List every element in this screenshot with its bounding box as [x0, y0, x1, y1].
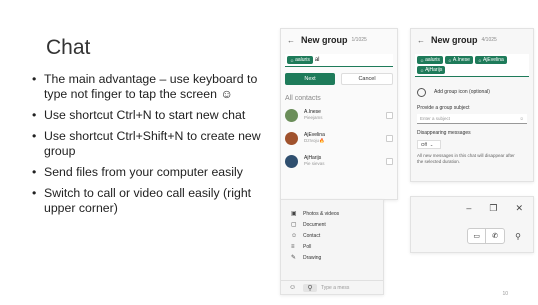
maximize-icon[interactable]: ❐: [489, 203, 497, 214]
camera-icon: [417, 87, 426, 97]
contact-row[interactable]: A.Inese Pieejams: [285, 105, 393, 125]
select-checkbox[interactable]: [386, 134, 393, 142]
contact-status: Dzīvoju🔥: [304, 138, 325, 143]
attach-document-item[interactable]: ▢ Document: [281, 219, 383, 230]
member-chip[interactable]: ☺ aaluris: [417, 56, 443, 64]
panel-header: ← New group 4/1025: [411, 32, 533, 48]
search-icon[interactable]: ⚲: [515, 232, 521, 241]
attachment-menu-panel: ▣ Photos & videos ▢ Document ☺ Contact ≡…: [280, 199, 384, 295]
video-call-icon[interactable]: ▭: [468, 229, 487, 243]
drawing-icon: ✎: [291, 255, 297, 261]
add-group-icon-label: Add group icon (optional): [434, 89, 490, 95]
new-group-details-panel: ← New group 4/1025 ☺ aaluris ☺ A.Inese ☺ Aj…: [410, 28, 534, 182]
compose-bar: ☺ ⚲ Type a mess: [281, 280, 383, 294]
add-group-icon-button[interactable]: Add group icon (optional): [417, 85, 527, 99]
bullet-item: Send files from your computer easily: [32, 165, 280, 180]
avatar: [285, 131, 298, 145]
attach-contact-item[interactable]: ☺ Contact: [281, 230, 383, 241]
attach-poll-item[interactable]: ≡ Poll: [281, 241, 383, 252]
contact-icon: ☺: [291, 232, 298, 239]
minimize-icon[interactable]: –: [466, 203, 471, 214]
back-arrow-icon[interactable]: ←: [287, 36, 295, 45]
bullet-item: Switch to call or video call easily (rig…: [32, 186, 280, 216]
contact-status: Pieejams: [304, 115, 323, 120]
contact-row[interactable]: AjHarijs Pie sievas: [285, 151, 393, 171]
member-count: 1/1025: [351, 37, 367, 43]
disappearing-dropdown[interactable]: Off ⌄: [417, 140, 441, 149]
member-chip[interactable]: ☺ aaluris: [287, 56, 313, 64]
bullet-item: The main advantage – use keyboard to typ…: [32, 72, 280, 102]
bullet-item: Use shortcut Ctrl+N to start new chat: [32, 108, 280, 123]
panel-title: New group: [431, 35, 478, 45]
bullet-list: The main advantage – use keyboard to typ…: [32, 72, 280, 222]
voice-call-icon[interactable]: ✆: [486, 229, 504, 243]
page-number: 10: [502, 291, 508, 297]
next-button[interactable]: Next: [285, 73, 335, 85]
member-count: 4/1025: [481, 37, 497, 43]
contact-icon: ☺: [290, 57, 295, 63]
chat-header-panel: – ❐ ✕ ▭ ✆ ⚲: [410, 196, 534, 253]
member-chips[interactable]: ☺ aaluris ☺ A.Inese ☺ AjEvelina ☺ AjHarijs: [415, 54, 529, 77]
select-checkbox[interactable]: [386, 111, 393, 119]
call-button-group: ▭ ✆: [467, 228, 506, 244]
bullet-item: Use shortcut Ctrl+Shift+N to create new …: [32, 129, 280, 159]
disappearing-note: All new messages in this chat will disap…: [417, 153, 515, 164]
chevron-down-icon: ⌄: [429, 142, 434, 147]
contact-icon: ☺: [420, 67, 425, 73]
paperclip-icon[interactable]: ⚲: [303, 283, 317, 292]
cancel-button[interactable]: Cancel: [341, 73, 393, 85]
member-chip[interactable]: ☺ A.Inese: [444, 56, 473, 64]
contact-status: Pie sievas: [304, 161, 325, 166]
attach-photos-item[interactable]: ▣ Photos & videos: [281, 208, 383, 219]
contact-icon: ☺: [447, 57, 452, 63]
slide-title: Chat: [46, 36, 91, 59]
avatar: [285, 108, 298, 122]
member-chip[interactable]: ☺ AjEvelina: [474, 56, 507, 64]
subject-input[interactable]: Enter a subject ☺: [417, 114, 527, 124]
document-icon: ▢: [291, 222, 297, 228]
emoji-icon[interactable]: ☺: [519, 116, 524, 121]
subject-label: Provide a group subject: [417, 105, 470, 111]
close-icon[interactable]: ✕: [515, 203, 523, 214]
message-input[interactable]: Type a mess: [321, 285, 349, 291]
panel-title: New group: [301, 35, 348, 45]
poll-icon: ≡: [291, 243, 295, 250]
search-text: al: [314, 57, 320, 63]
new-group-search-panel: ← New group 1/1025 ☺ aaluris al Next Can…: [280, 28, 398, 200]
back-arrow-icon[interactable]: ←: [417, 36, 425, 45]
member-chip[interactable]: ☺ AjHarijs: [417, 66, 446, 74]
disappearing-label: Disappearing messages: [417, 130, 471, 136]
member-search-input[interactable]: ☺ aaluris al: [285, 54, 393, 67]
image-icon: ▣: [291, 211, 297, 217]
contact-icon: ☺: [420, 57, 425, 63]
attach-drawing-item[interactable]: ✎ Drawing: [281, 252, 383, 263]
select-checkbox[interactable]: [386, 157, 393, 165]
avatar: [285, 154, 298, 168]
contact-icon: ☺: [477, 57, 482, 63]
section-label: All contacts: [285, 95, 321, 102]
panel-header: ← New group 1/1025: [281, 32, 397, 48]
emoji-icon[interactable]: ☺: [289, 284, 303, 291]
contact-row[interactable]: AjEvelina Dzīvoju🔥: [285, 128, 393, 148]
